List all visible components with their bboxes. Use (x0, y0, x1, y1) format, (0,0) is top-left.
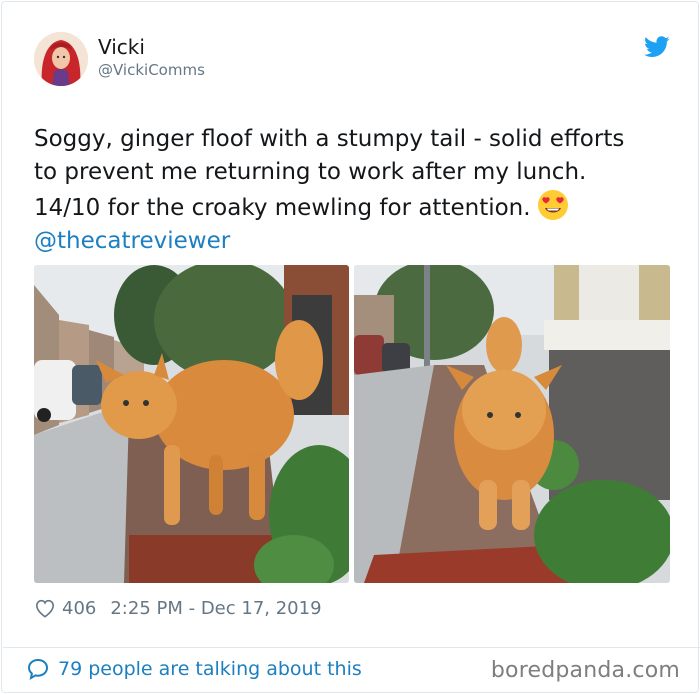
twitter-bird-icon[interactable] (644, 36, 670, 58)
tweet-text-line: to prevent me returning to work after my… (34, 159, 587, 185)
tweet-text-line: 14/10 for the croaky mewling for attenti… (34, 189, 674, 225)
tweet-timestamp[interactable]: 2:25 PM - Dec 17, 2019 (110, 598, 321, 619)
user-handle[interactable]: @VickiComms (98, 61, 205, 79)
tweet-photo-1[interactable] (34, 265, 349, 583)
divider (3, 647, 700, 648)
tweet-photo-2[interactable] (354, 265, 670, 583)
tweet-text-line: Soggy, ginger floof with a stumpy tail -… (34, 126, 625, 152)
avatar[interactable] (34, 32, 88, 86)
tweet-meta: 406 2:25 PM - Dec 17, 2019 (34, 595, 322, 621)
tweet-text: Soggy, ginger floof with a stumpy tail -… (34, 123, 674, 258)
heart-eyes-emoji-icon (537, 190, 568, 220)
display-name[interactable]: Vicki (98, 35, 145, 59)
like-count: 406 (62, 597, 97, 619)
watermark-logo: boredpanda.com (490, 658, 680, 683)
mention-link[interactable]: @thecatreviewer (34, 225, 674, 258)
talking-text: 79 people are talking about this (58, 658, 362, 680)
speech-bubble-icon (27, 658, 49, 681)
tweet-card: Vicki @VickiComms Soggy, ginger floof wi… (1, 1, 700, 693)
conversation-link[interactable]: 79 people are talking about this (26, 657, 362, 681)
heart-icon[interactable] (34, 598, 56, 618)
